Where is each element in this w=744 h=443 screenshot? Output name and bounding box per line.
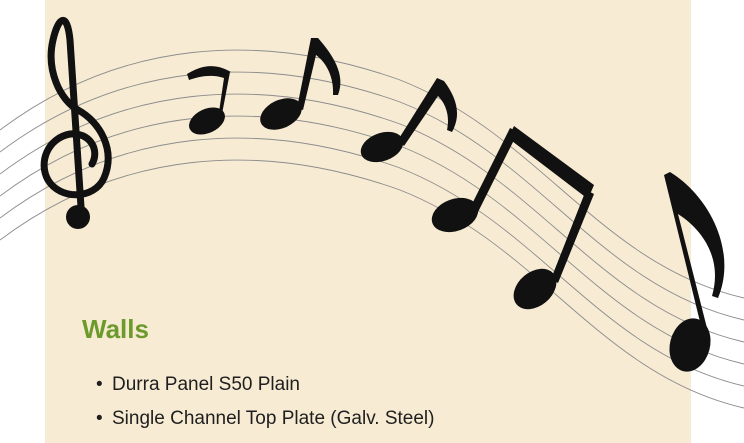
list-item-label: Durra Panel S50 Plain — [112, 374, 300, 395]
feature-list: • Durra Panel S50 Plain • Single Channel T… — [96, 368, 434, 436]
music-note-icon — [260, 38, 341, 130]
music-note-icon — [187, 66, 231, 135]
music-note-icon — [664, 172, 725, 372]
section-heading: Walls — [82, 314, 149, 344]
music-note-icon — [360, 78, 458, 163]
music-staff-lines — [0, 49, 744, 409]
list-item: • Durra Panel S50 Plain — [96, 368, 434, 402]
slide-canvas: Walls • Durra Panel S50 Plain • Single Cha… — [0, 0, 744, 443]
treble-clef-icon — [40, 16, 112, 229]
list-item: • Single Channel Top Plate (Galv. Steel) — [96, 402, 434, 436]
list-item-label: Single Channel Top Plate (Galv. Steel) — [112, 408, 435, 429]
beamed-notes-icon — [431, 126, 594, 310]
bullet-icon: • — [96, 374, 103, 395]
bullet-icon: • — [96, 408, 103, 429]
